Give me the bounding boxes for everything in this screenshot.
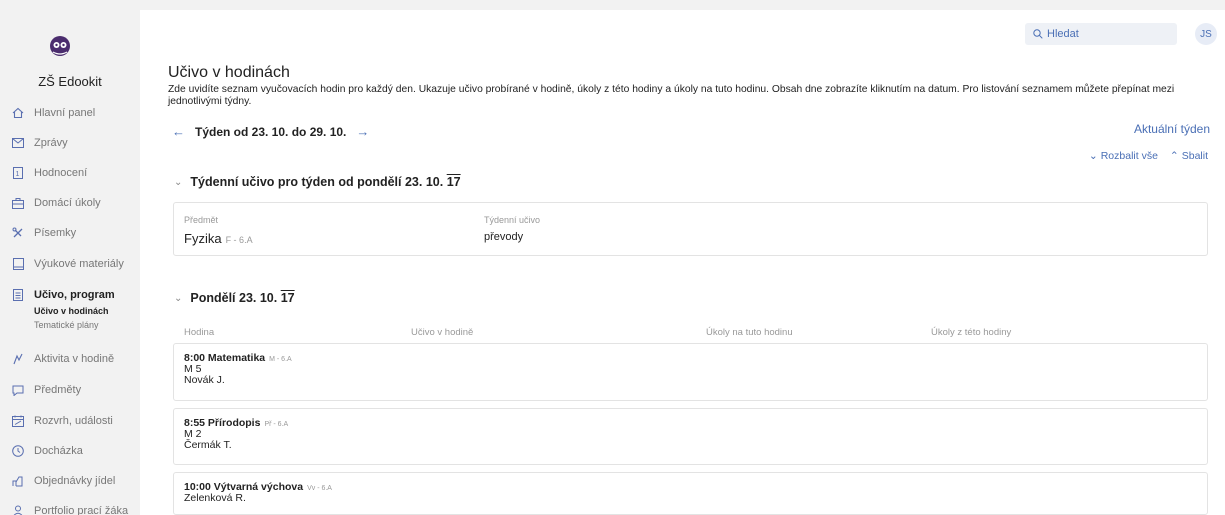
activity-icon [10, 353, 26, 365]
lesson-code: M - 6.A [269, 356, 292, 363]
sidebar-item-schedule[interactable]: Rozvrh, události [10, 412, 113, 430]
col-lesson: Hodina [184, 327, 215, 338]
sidebar-item-subjects[interactable]: Předměty [10, 381, 81, 399]
col-weekly-label: Týdenní učivo [484, 215, 541, 225]
sidebar-item-homework[interactable]: Domácí úkoly [10, 194, 101, 212]
sidebar-item-food[interactable]: Objednávky jídel [10, 472, 115, 490]
collapse-button[interactable]: ⌃ Sbalit [1170, 150, 1208, 162]
lesson-title: 8:55 Přírodopis Př - 6.A [184, 417, 1197, 429]
sidebar-item-attendance[interactable]: Docházka [10, 442, 83, 460]
chevron-down-icon: ⌄ [1088, 150, 1098, 162]
lesson-teacher: Čermák T. [184, 439, 232, 451]
owl-logo-icon[interactable] [48, 34, 72, 58]
grade-icon: 1 [10, 167, 26, 179]
search-input[interactable]: Hledat [1025, 23, 1177, 45]
sidebar-item-label: Zprávy [34, 137, 68, 149]
collapse-label: Sbalit [1181, 150, 1208, 162]
expand-all-button[interactable]: ⌄ Rozbalit vše [1089, 150, 1158, 162]
sidebar-item-label: Hodnocení [34, 167, 88, 179]
next-week-button[interactable]: → [356, 124, 369, 139]
page-description: Zde uvidíte seznam vyučovacích hodin pro… [168, 84, 1175, 107]
expand-all-label: Rozbalit vše [1100, 150, 1158, 162]
day-heading-text: Pondělí 23. 10. [190, 291, 278, 305]
week-navigator: ← Týden od 23. 10. do 29. 10. → [172, 124, 369, 139]
weekly-heading-text: Týdenní učivo pro týden od pondělí 23. 1… [190, 175, 444, 189]
day-heading: Pondělí 23. 10. 17 [190, 291, 294, 305]
sidebar-item-tests[interactable]: Písemky [10, 224, 76, 242]
sidebar-subitem-plans[interactable]: Tematické plány [34, 320, 99, 330]
sidebar-item-dashboard[interactable]: Hlavní panel [10, 104, 95, 122]
sidebar-item-curriculum[interactable]: Učivo, program [10, 286, 115, 304]
col-tasks-for: Úkoly na tuto hodinu [706, 327, 793, 338]
sidebar-item-label: Domácí úkoly [34, 197, 101, 209]
sidebar-item-label: Aktivita v hodině [34, 353, 115, 365]
lesson-row[interactable]: 8:55 Přírodopis Př - 6.A M 2 Čermák T. [173, 408, 1208, 465]
homework-icon [10, 197, 26, 209]
user-avatar[interactable]: JS [1195, 23, 1217, 45]
subject-name: Fyzika [184, 231, 222, 246]
weekly-value: převody [484, 231, 524, 243]
page-title: Učivo v hodinách [168, 64, 290, 81]
sidebar-item-label: Objednávky jídel [34, 475, 116, 487]
weekly-heading-suffix: 17 [446, 175, 461, 189]
school-name: ZŠ Edookit [38, 74, 102, 89]
sidebar-item-materials[interactable]: Výukové materiály [10, 255, 124, 273]
sidebar-item-label: Hlavní panel [34, 107, 96, 119]
lesson-row[interactable]: 10:00 Výtvarná výchova Vv - 6.A Zelenková… [173, 472, 1208, 515]
tests-icon [10, 227, 26, 239]
lesson-room: M 2 [184, 428, 202, 440]
sidebar-subitem-lessons[interactable]: Učivo v hodinách [34, 306, 109, 316]
main-content: Hledat JS Učivo v hodinách Zde uvidíte s… [140, 10, 1225, 515]
day-section-header[interactable]: ⌄ Pondělí 23. 10. 17 [174, 291, 295, 305]
sidebar-item-activity[interactable]: Aktivita v hodině [10, 350, 114, 368]
calendar-icon [10, 415, 26, 427]
svg-text:1: 1 [16, 171, 20, 178]
week-label: Týden od 23. 10. do 29. 10. [195, 124, 347, 139]
lesson-row[interactable]: 8:00 Matematika M - 6.A M 5 Novák J. [173, 343, 1208, 401]
lesson-title: 10:00 Výtvarná výchova Vv - 6.A [184, 481, 1197, 493]
lesson-room: M 5 [184, 363, 202, 375]
portfolio-icon [10, 505, 26, 515]
lesson-code: Př - 6.A [264, 421, 289, 428]
day-heading-suffix: 17 [280, 291, 295, 305]
chevron-up-icon: ⌃ [1169, 150, 1179, 162]
current-week-link[interactable]: Aktuální týden [1134, 122, 1210, 136]
col-lesson-content: Učivo v hodině [411, 327, 474, 338]
clock-icon [10, 445, 26, 457]
expand-controls: ⌄ Rozbalit vše ⌃ Sbalit [1089, 150, 1208, 162]
sidebar: ZŠ Edookit Hlavní panel Zprávy 1 Hodnoce… [0, 0, 140, 515]
col-subject-label: Předmět [184, 215, 219, 225]
sidebar-item-label: Předměty [34, 384, 82, 396]
sidebar-item-label: Výukové materiály [34, 258, 124, 270]
lesson-title: 8:00 Matematika M - 6.A [184, 352, 1197, 364]
lesson-teacher: Zelenková R. [184, 492, 246, 504]
prev-week-button[interactable]: ← [172, 124, 185, 139]
curriculum-icon [10, 289, 26, 301]
sidebar-item-grades[interactable]: 1 Hodnocení [10, 164, 87, 182]
lesson-teacher: Novák J. [184, 374, 225, 386]
weekly-curriculum-card: Předmět Týdenní učivo Fyzika F - 6.A přev… [173, 202, 1208, 256]
chevron-down-icon: ⌄ [174, 292, 183, 304]
materials-icon [10, 258, 26, 270]
food-icon [10, 475, 26, 487]
weekly-section-header[interactable]: ⌄ Týdenní učivo pro týden od pondělí 23.… [174, 175, 461, 189]
home-icon [10, 107, 26, 119]
sidebar-item-portfolio[interactable]: Portfolio prací žáka [10, 502, 128, 515]
search-placeholder: Hledat [1047, 28, 1079, 40]
subject-code: F - 6.A [225, 235, 253, 245]
sidebar-item-label: Písemky [34, 227, 77, 239]
sidebar-item-messages[interactable]: Zprávy [10, 134, 68, 152]
mail-icon [10, 138, 26, 148]
search-icon [1033, 29, 1043, 39]
sidebar-item-label: Rozvrh, události [34, 415, 113, 427]
chevron-down-icon: ⌄ [174, 176, 183, 188]
weekly-heading: Týdenní učivo pro týden od pondělí 23. 1… [190, 175, 460, 189]
weekly-subject: Fyzika F - 6.A [184, 231, 253, 246]
sidebar-item-label: Docházka [34, 445, 83, 457]
subjects-icon [10, 385, 26, 396]
sidebar-item-label: Učivo, program [34, 289, 115, 301]
lesson-code: Vv - 6.A [307, 485, 332, 492]
col-tasks-from: Úkoly z této hodiny [931, 327, 1012, 338]
sidebar-item-label: Portfolio prací žáka [34, 505, 129, 515]
